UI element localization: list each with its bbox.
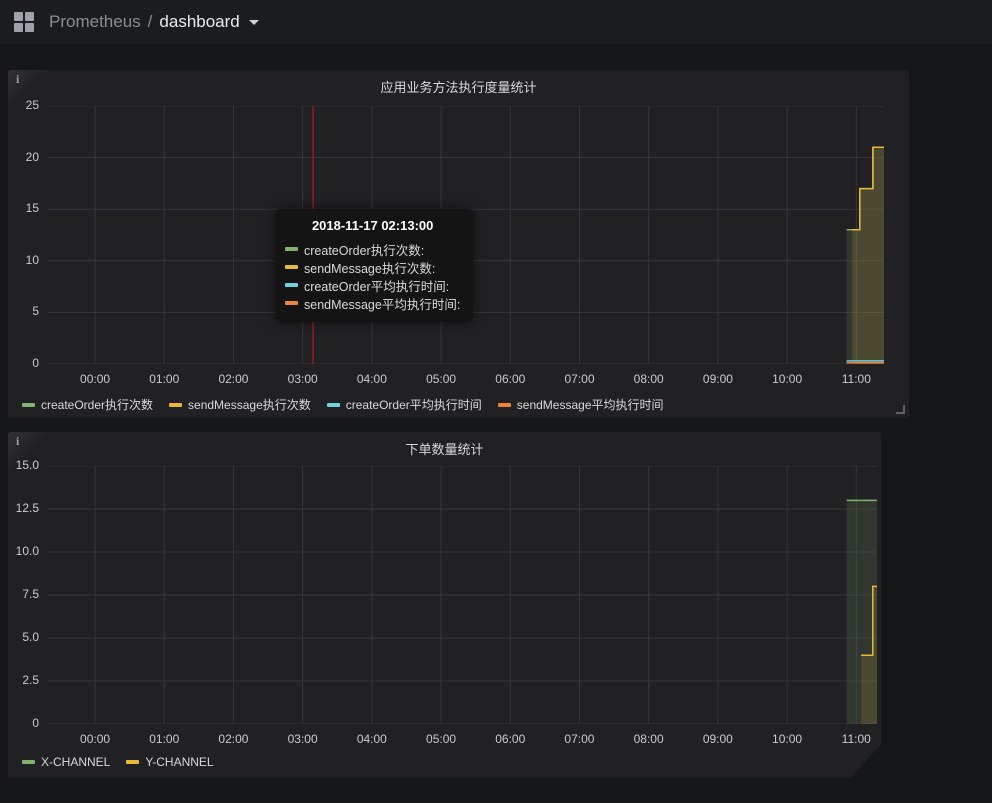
legend-label: Y-CHANNEL <box>145 755 214 769</box>
grid-icon-square <box>14 23 23 32</box>
x-tick-label: 11:00 <box>841 732 871 746</box>
breadcrumb-separator: / <box>147 12 153 31</box>
x-tick-label: 08:00 <box>633 372 664 386</box>
x-tick-label: 06:00 <box>495 372 526 386</box>
graph-tooltip: 2018-11-17 02:13:00 createOrder执行次数: send… <box>275 209 474 322</box>
series-color-dash-icon <box>285 247 298 251</box>
y-tick-label: 2.5 <box>22 673 39 687</box>
x-tick-label: 00:00 <box>80 732 111 746</box>
x-tick-label: 10:00 <box>772 732 803 746</box>
tooltip-series-row: createOrder执行次数: <box>285 240 460 258</box>
graph-legend: X-CHANNEL Y-CHANNEL <box>22 755 214 769</box>
graph-legend: createOrder执行次数 sendMessage执行次数 createOrde… <box>22 396 664 413</box>
x-tick-label: 10:00 <box>772 372 803 386</box>
x-tick-label: 00:00 <box>80 372 111 386</box>
tooltip-series-row: sendMessage执行次数: <box>285 258 460 276</box>
tooltip-series-label: createOrder执行次数: <box>304 243 425 258</box>
x-tick-label: 05:00 <box>426 732 457 746</box>
legend-label: X-CHANNEL <box>41 755 111 769</box>
x-tick-label: 11:00 <box>841 372 871 386</box>
series-color-dash-icon <box>169 402 183 407</box>
panel-order-count: i 下单数量统计 X-CHANNEL Y-CHANNEL 0 2.5 5.0 7.5 10… <box>8 432 881 778</box>
legend-label: sendMessage平均执行时间 <box>516 398 664 412</box>
y-tick-label: 10.0 <box>15 544 39 558</box>
tooltip-series-label: sendMessage平均执行时间: <box>304 297 461 312</box>
panel-title[interactable]: 应用业务方法执行度量统计 <box>8 77 909 96</box>
chart-canvas <box>48 466 877 724</box>
legend-item[interactable]: createOrder执行次数 <box>22 396 153 413</box>
y-tick-label: 10 <box>25 252 39 267</box>
y-tick-label: 0 <box>32 716 39 730</box>
series-color-dash-icon <box>326 402 340 407</box>
x-tick-label: 02:00 <box>218 732 249 746</box>
breadcrumb[interactable]: Prometheus / dashboard <box>49 12 259 32</box>
tooltip-series-label: sendMessage执行次数: <box>304 261 436 276</box>
time-series-plot[interactable] <box>48 466 877 724</box>
x-tick-label: 08:00 <box>633 732 664 746</box>
x-tick-label: 05:00 <box>426 372 457 386</box>
series-color-dash-icon <box>22 402 35 407</box>
panel-title[interactable]: 下单数量统计 <box>8 439 881 458</box>
y-tick-label: 5.0 <box>22 630 39 644</box>
y-tick-label: 15.0 <box>15 458 39 472</box>
x-tick-label: 07:00 <box>564 732 595 746</box>
x-tick-label: 01:00 <box>149 732 180 746</box>
grid-icon-square <box>14 12 23 21</box>
x-tick-label: 03:00 <box>287 372 318 386</box>
legend-label: createOrder平均执行时间 <box>345 398 482 412</box>
breadcrumb-folder: Prometheus <box>49 12 141 31</box>
grid-icon-square <box>25 12 34 21</box>
panel-resize-handle[interactable] <box>896 405 905 414</box>
x-tick-label: 01:00 <box>149 372 180 386</box>
series-color-dash-icon <box>497 402 511 407</box>
legend-item[interactable]: Y-CHANNEL <box>126 755 213 769</box>
series-color-dash-icon <box>285 265 298 269</box>
series-color-dash-icon <box>285 301 298 305</box>
dashboard-title[interactable]: dashboard <box>159 12 239 32</box>
chevron-down-icon[interactable] <box>248 19 259 25</box>
x-tick-label: 04:00 <box>356 372 387 386</box>
series-color-dash-icon <box>126 760 139 764</box>
tooltip-series-row: createOrder平均执行时间: <box>285 276 460 294</box>
dashboards-grid-icon[interactable] <box>14 12 34 32</box>
x-tick-label: 09:00 <box>702 372 733 386</box>
legend-label: sendMessage执行次数 <box>188 398 311 412</box>
y-tick-label: 7.5 <box>22 587 39 601</box>
tooltip-series-row: sendMessage平均执行时间: <box>285 294 460 312</box>
panel-method-metrics: i 应用业务方法执行度量统计 2018-11-17 02:13:00 creat… <box>8 70 909 418</box>
legend-label: createOrder执行次数 <box>41 398 154 412</box>
y-tick-label: 5 <box>32 304 39 319</box>
y-tick-label: 25 <box>25 98 39 112</box>
series-color-dash-icon <box>285 283 298 287</box>
x-tick-label: 07:00 <box>564 372 595 386</box>
y-tick-label: 12.5 <box>15 501 39 515</box>
x-tick-label: 06:00 <box>495 732 526 746</box>
legend-item[interactable]: sendMessage平均执行时间 <box>497 396 664 413</box>
x-tick-label: 09:00 <box>702 732 733 746</box>
legend-item[interactable]: sendMessage执行次数 <box>169 396 311 413</box>
x-tick-label: 03:00 <box>287 732 318 746</box>
x-tick-label: 02:00 <box>218 372 249 386</box>
grid-icon-square <box>25 23 34 32</box>
tooltip-series-list: createOrder执行次数: sendMessage执行次数: createOr… <box>285 240 460 312</box>
y-tick-label: 20 <box>25 149 39 164</box>
tooltip-series-label: createOrder平均执行时间: <box>304 279 450 294</box>
y-tick-label: 15 <box>25 201 39 216</box>
y-tick-label: 0 <box>32 356 39 370</box>
legend-item[interactable]: createOrder平均执行时间 <box>326 396 482 413</box>
series-color-dash-icon <box>22 760 35 764</box>
x-tick-label: 04:00 <box>356 732 387 746</box>
legend-item[interactable]: X-CHANNEL <box>22 755 110 769</box>
tooltip-timestamp: 2018-11-17 02:13:00 <box>311 218 434 233</box>
top-nav-bar: Prometheus / dashboard <box>0 0 992 44</box>
